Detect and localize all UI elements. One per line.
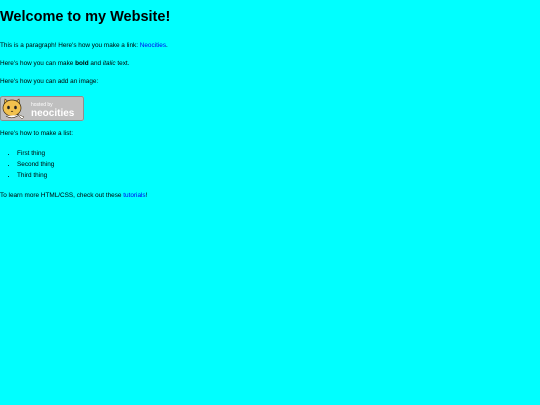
neocities-link[interactable]: Neocities bbox=[140, 42, 166, 49]
bold-text: bold bbox=[75, 60, 89, 67]
footer-paragraph: To learn more HTML/CSS, check out these … bbox=[0, 192, 540, 199]
list-item: Third thing bbox=[17, 170, 540, 181]
tutorials-link[interactable]: tutorials bbox=[123, 192, 145, 199]
list-item: First thing bbox=[17, 148, 540, 159]
list-intro: Here's how to make a list: bbox=[0, 130, 73, 137]
thing-list: First thing Second thing Third thing bbox=[0, 148, 540, 181]
intro-paragraph: This is a paragraph! Here's how you make… bbox=[0, 42, 540, 49]
formatting-prefix: Here's how you can make bbox=[0, 60, 76, 67]
footer-suffix: ! bbox=[145, 192, 148, 199]
footer-prefix: To learn more HTML/CSS, check out these bbox=[0, 192, 124, 199]
italic-text: italic bbox=[102, 60, 116, 67]
formatting-middle: and bbox=[88, 60, 103, 67]
formatting-paragraph: Here's how you can make bold and italic … bbox=[0, 60, 540, 67]
image-paragraph: Here's how you can add an image: bbox=[0, 78, 99, 85]
intro-text: This is a paragraph! Here's how you make… bbox=[0, 42, 140, 49]
hosted-by-neocities-badge: hosted by neocities bbox=[0, 96, 84, 121]
list-item: Second thing bbox=[17, 159, 540, 170]
formatting-suffix: text. bbox=[115, 60, 130, 67]
page: Welcome to my Website! This is a paragra… bbox=[0, 0, 540, 405]
page-title: Welcome to my Website! bbox=[0, 9, 171, 25]
badge-brand-text: neocities bbox=[31, 108, 75, 119]
intro-suffix: . bbox=[166, 42, 168, 49]
